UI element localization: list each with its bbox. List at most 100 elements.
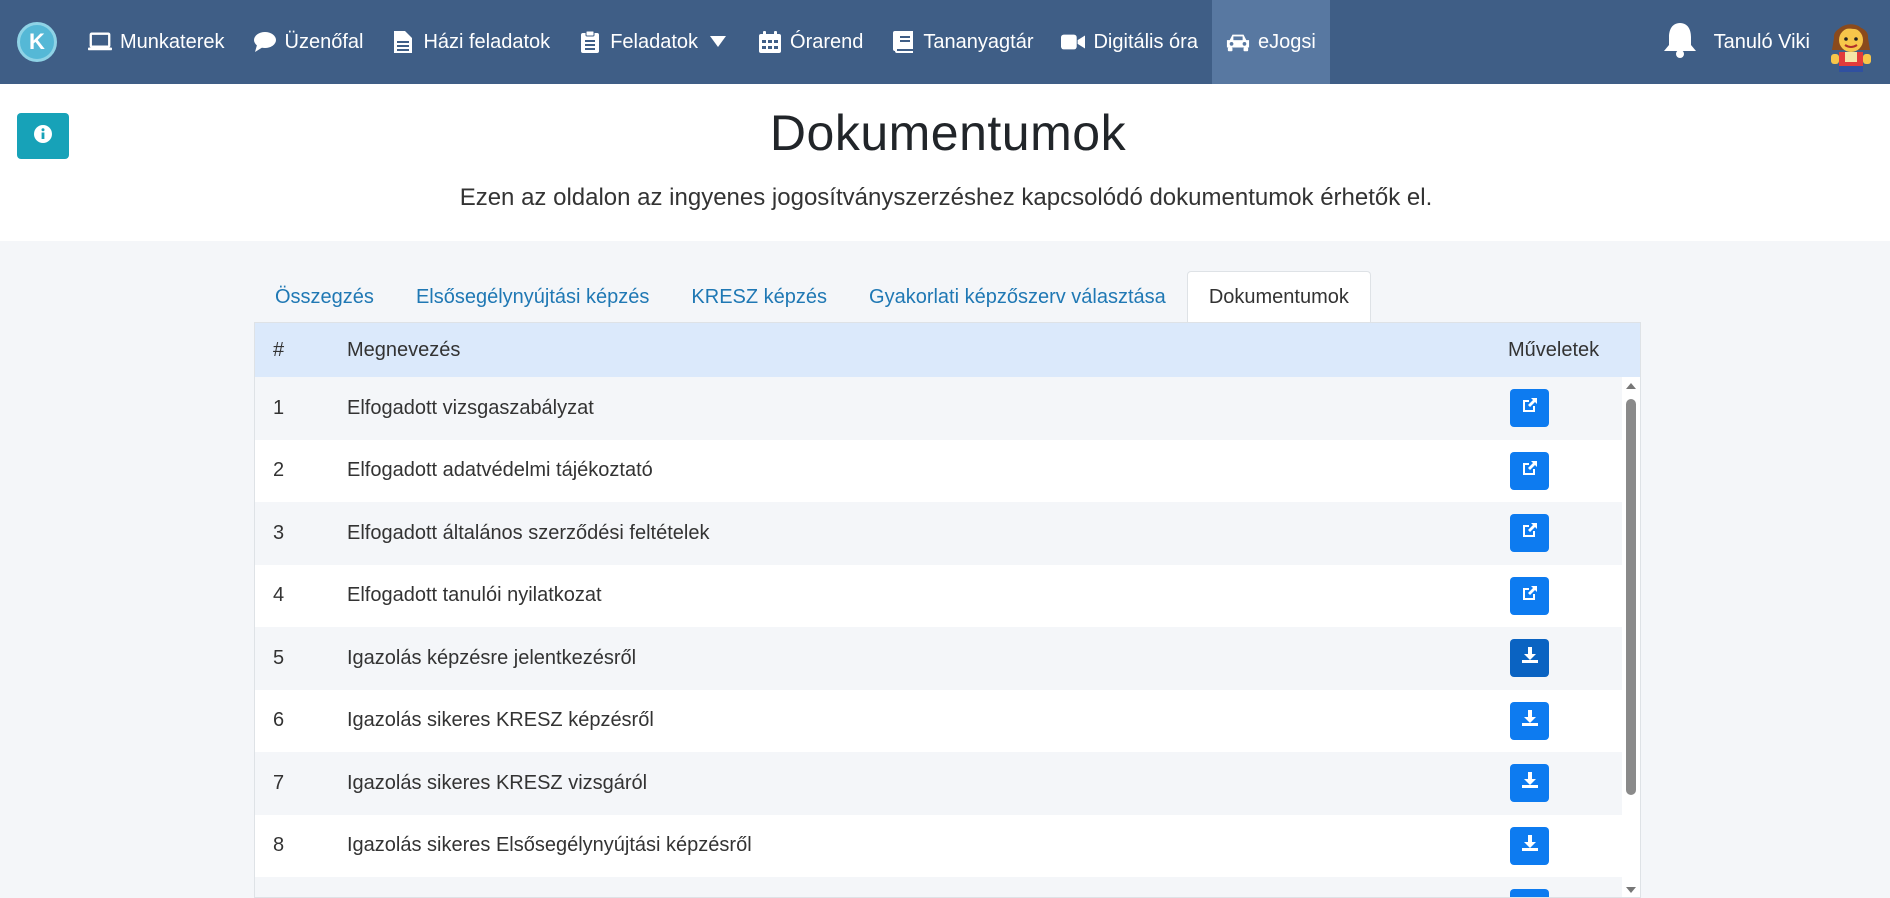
- nav-item-label: Feladatok: [610, 30, 699, 53]
- nav-item-label: Digitális óra: [1093, 30, 1198, 53]
- open-document-button[interactable]: [1510, 514, 1549, 553]
- header-name: Megnevezés: [347, 338, 461, 361]
- nav-item-label: Házi feladatok: [423, 30, 551, 53]
- download-button[interactable]: [1510, 826, 1549, 865]
- tab-kresz[interactable]: KRESZ képzés: [670, 271, 848, 323]
- table-body[interactable]: 1 Elfogadott vizsgaszabályzat 2 Elfogado…: [255, 377, 1640, 897]
- book-icon: [891, 30, 915, 54]
- download-button[interactable]: [1510, 701, 1549, 740]
- nav-item-tananyagtar[interactable]: Tananyagtár: [877, 0, 1047, 84]
- clipboard-icon: [578, 30, 602, 54]
- nav-item-orarend[interactable]: Órarend: [744, 0, 877, 84]
- page-title: Dokumentumok: [769, 105, 1127, 161]
- nav-item-feladatok[interactable]: Feladatok: [564, 0, 744, 84]
- brand-logo[interactable]: K: [17, 22, 57, 62]
- brand[interactable]: K: [0, 0, 74, 84]
- user-name[interactable]: Tanuló Viki: [1714, 31, 1810, 54]
- comment-icon: [253, 30, 277, 54]
- header-actions: Műveletek: [1508, 338, 1600, 361]
- table-header: # Megnevezés Műveletek: [255, 323, 1640, 377]
- row-actions: [1492, 889, 1624, 897]
- nav-item-digitalis-ora[interactable]: Digitális óra: [1047, 0, 1211, 84]
- car-icon: [1226, 30, 1250, 54]
- row-actions: [1492, 451, 1624, 490]
- tab-gyakorlati[interactable]: Gyakorlati képzőszerv választása: [848, 271, 1187, 323]
- table-row: 8 Igazolás sikeres Elsősegélynyújtási ké…: [255, 814, 1624, 877]
- page-header: Dokumentumok Ezen az oldalon az ingyenes…: [0, 84, 1890, 241]
- table-row: 5 Igazolás képzésre jelentkezésről: [255, 627, 1624, 690]
- row-num: 3: [273, 521, 285, 544]
- external-link-icon: [1521, 521, 1539, 545]
- page-subtitle: Ezen az oldalon az ingyenes jogosítványs…: [459, 184, 1433, 211]
- table-row: 2 Elfogadott adatvédelmi tájékoztató: [255, 439, 1624, 502]
- row-name: Igazolás sikeres KRESZ vizsgáról: [347, 771, 648, 794]
- row-num: 8: [273, 834, 285, 857]
- table-row: 1 Elfogadott vizsgaszabályzat: [255, 377, 1624, 440]
- file-icon: [391, 30, 415, 54]
- row-num: 4: [273, 584, 285, 607]
- table-row: [255, 877, 1624, 897]
- tab-elsosegely[interactable]: Elsősegélynyújtási képzés: [395, 271, 670, 323]
- row-num: 6: [273, 709, 285, 732]
- row-actions: [1492, 576, 1624, 615]
- table-row: 4 Elfogadott tanulói nyilatkozat: [255, 564, 1624, 627]
- download-button[interactable]: [1510, 639, 1549, 678]
- nav-items: Munkaterek Üzenőfal Házi feladatok Felad…: [74, 0, 1330, 84]
- row-name: Igazolás képzésre jelentkezésről: [347, 646, 637, 669]
- row-num: 7: [273, 771, 285, 794]
- laptop-icon: [88, 30, 112, 54]
- top-navbar: K Munkaterek Üzenőfal Házi feladatok Fel…: [0, 0, 1890, 84]
- row-actions: [1492, 514, 1624, 553]
- nav-item-ejogsi[interactable]: eJogsi: [1211, 0, 1330, 84]
- caret-down-icon: [706, 30, 730, 54]
- download-icon: [1521, 834, 1539, 858]
- tab-dokumentumok[interactable]: Dokumentumok: [1186, 271, 1371, 323]
- video-icon: [1061, 30, 1086, 54]
- bell-icon[interactable]: [1662, 21, 1698, 64]
- open-document-button[interactable]: [1510, 389, 1549, 428]
- scroll-down-arrow[interactable]: [1626, 887, 1636, 893]
- header-num: #: [273, 338, 285, 361]
- open-document-button[interactable]: [1510, 451, 1549, 490]
- download-icon: [1521, 771, 1539, 795]
- nav-item-label: eJogsi: [1257, 30, 1316, 53]
- nav-item-label: Munkaterek: [120, 30, 225, 53]
- nav-item-munkaterek[interactable]: Munkaterek: [74, 0, 239, 84]
- nav-item-uzenofal[interactable]: Üzenőfal: [239, 0, 378, 84]
- external-link-icon: [1521, 459, 1539, 483]
- open-document-button[interactable]: [1510, 576, 1549, 615]
- row-num: 5: [273, 646, 285, 669]
- download-icon: [1521, 709, 1539, 733]
- row-actions: [1492, 389, 1624, 428]
- row-name: Elfogadott vizsgaszabályzat: [347, 396, 594, 419]
- row-num: 1: [273, 396, 285, 419]
- row-name: Elfogadott tanulói nyilatkozat: [347, 584, 602, 607]
- row-name: Elfogadott adatvédelmi tájékoztató: [347, 459, 653, 482]
- avatar[interactable]: [1826, 12, 1876, 72]
- nav-item-hazi-feladatok[interactable]: Házi feladatok: [377, 0, 564, 84]
- row-name: Igazolás sikeres KRESZ képzésről: [347, 709, 654, 732]
- row-num: 2: [273, 459, 285, 482]
- documents-table: # Megnevezés Műveletek 1 Elfogadott vizs…: [254, 322, 1641, 898]
- table-row: 7 Igazolás sikeres KRESZ vizsgáról: [255, 752, 1624, 815]
- nav-item-label: Órarend: [790, 30, 864, 53]
- table-row: 6 Igazolás sikeres KRESZ képzésről: [255, 689, 1624, 752]
- row-actions: [1492, 639, 1624, 678]
- table-row: 3 Elfogadott általános szerződési feltét…: [255, 502, 1624, 565]
- nav-right: Tanuló Viki: [1662, 0, 1890, 84]
- tab-osszegzes[interactable]: Összegzés: [254, 271, 395, 323]
- calendar-icon: [758, 30, 782, 54]
- scroll-up-arrow[interactable]: [1626, 383, 1636, 389]
- download-button[interactable]: [1510, 889, 1549, 897]
- download-button[interactable]: [1510, 764, 1549, 803]
- row-name: Elfogadott általános szerződési feltétel…: [347, 521, 710, 544]
- external-link-icon: [1521, 584, 1539, 608]
- scroll-thumb[interactable]: [1626, 399, 1636, 795]
- external-link-icon: [1521, 396, 1539, 420]
- row-name: Igazolás sikeres Elsősegélynyújtási képz…: [347, 834, 752, 857]
- nav-item-label: Tananyagtár: [923, 30, 1034, 53]
- row-actions: [1492, 701, 1624, 740]
- row-actions: [1492, 764, 1624, 803]
- table-scrollbar[interactable]: [1622, 377, 1640, 897]
- row-actions: [1492, 826, 1624, 865]
